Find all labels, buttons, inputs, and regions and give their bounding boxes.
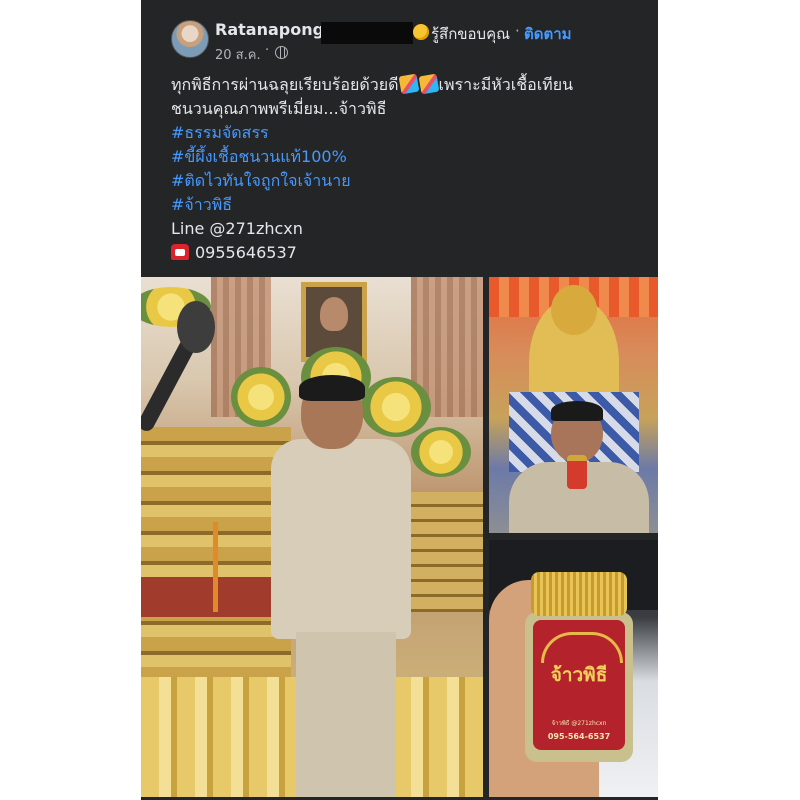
post-text: ทุกพิธีการผ่านฉลุยเรียบร้อยด้วยดี เพราะมี… [171,73,641,265]
hair [299,375,365,401]
author-name[interactable]: Ratanapong [215,20,324,39]
product-jar-photo[interactable]: จ้าวพิธี จ้าวพิธี @271zhcxn 095-564-6537 [489,540,658,797]
party-popper-icon [398,73,419,95]
feeling-text: รู้สึกขอบคุณ [431,25,511,43]
phone-number: 0955646537 [195,243,297,262]
buddha-head [551,285,597,335]
hair [551,401,603,421]
trousers [296,632,396,797]
label-social: จ้าวพิธี @271zhcxn [551,720,607,727]
post-text-part-2: เพราะมีหัวเชื้อเทียน [438,75,574,94]
label-brand: จ้าวพิธี [550,664,608,686]
phone-line: 0955646537 [171,241,641,265]
gold-altar [411,492,483,612]
uniform [271,439,411,639]
post-text-part-1: ทุกพิธีการผ่านฉลุยเรียบร้อยด้วยดี [171,75,399,94]
post-header: Ratanapong รู้สึกขอบคุณ · ติดตาม 20 ส.ค.… [141,0,658,70]
author-avatar[interactable] [171,20,209,58]
label-ornament [541,632,623,663]
redacted-name-bar [321,22,413,44]
post-text-line-2: ชนวนคุณภาพพรีเมี่ยม...จ้าวพิธี [171,99,387,118]
post-date[interactable]: 20 ส.ค. [215,44,261,65]
feeling-emoji-icon [413,24,429,40]
meta-separator: · [265,43,270,58]
line-contact: Line @271zhcxn [171,219,303,238]
facebook-post-card: Ratanapong รู้สึกขอบคุณ · ติดตาม 20 ส.ค.… [141,0,658,800]
temple-selfie-photo[interactable] [489,277,658,533]
globe-icon[interactable] [275,46,288,59]
candle [213,522,218,612]
hashtag-link[interactable]: #จ้าวพิธี [171,193,641,217]
hashtag-link[interactable]: #ติดไวทันใจถูกใจเจ้านาย [171,169,641,193]
product-jar [567,455,587,489]
jar-lid [531,572,627,616]
follow-button[interactable]: ติดตาม [524,22,572,46]
microphone [177,301,215,353]
telephone-icon [171,244,189,260]
header-separator: · [515,22,520,40]
ceremony-photo[interactable] [141,277,483,797]
post-text-line-1: ทุกพิธีการผ่านฉลุยเรียบร้อยด้วยดี เพราะมี… [171,73,641,97]
official-person [261,375,411,797]
party-popper-icon [418,73,439,95]
hashtag-link[interactable]: #ธรรมจัดสรร [171,121,641,145]
label-phone: 095-564-6537 [547,732,611,741]
hashtag-link[interactable]: #ขี้ผึ้งเชื้อชนวนแท้100% [171,145,641,169]
jar-label: จ้าวพิธี จ้าวพิธี @271zhcxn 095-564-6537 [533,620,625,750]
flower-arrangement [411,427,471,477]
